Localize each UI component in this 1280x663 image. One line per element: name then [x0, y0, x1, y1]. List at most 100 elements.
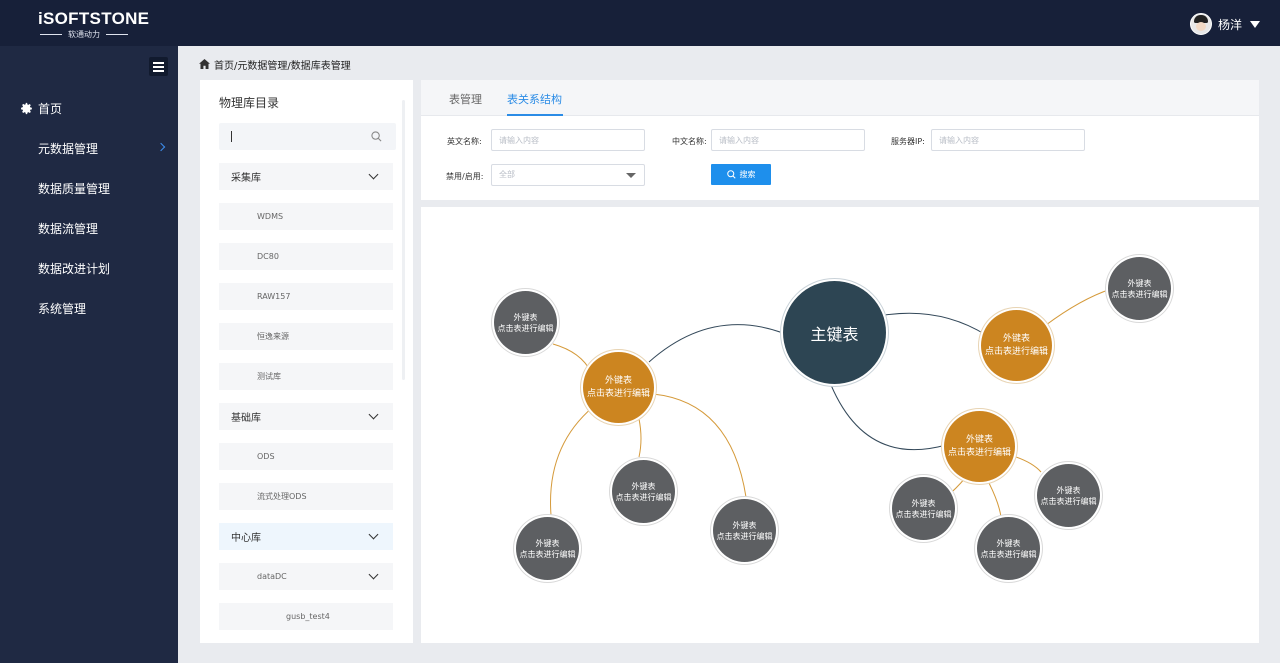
- catalog-item-hengyi[interactable]: 恒逸来源: [219, 323, 393, 350]
- catalog-item-wdms[interactable]: WDMS: [219, 203, 393, 230]
- edge-fk3-g3: [1015, 456, 1042, 473]
- item-label: 恒逸来源: [257, 332, 289, 341]
- edge-fk3-g2: [988, 482, 1002, 518]
- node-label: 点击表进行编辑: [980, 549, 1037, 559]
- logo-wordmark: iSOFTSTONE: [38, 9, 150, 28]
- chevron-down-icon: [368, 569, 379, 580]
- catalog-item-test[interactable]: 测试库: [219, 363, 393, 390]
- foreign-table-node[interactable]: 外键表 点击表进行编辑: [612, 460, 675, 523]
- catalog-item-stream-ods[interactable]: 流式处理ODS: [219, 483, 393, 510]
- foreign-table-node[interactable]: 外键表 点击表进行编辑: [583, 352, 654, 423]
- group-label: 采集库: [231, 173, 261, 184]
- catalog-item-dc80[interactable]: DC80: [219, 243, 393, 270]
- top-bar: iSOFTSTONE 软通动力 杨洋: [0, 0, 1280, 46]
- search-icon: [726, 170, 736, 179]
- sidebar-item-label: 元数据管理: [38, 141, 99, 156]
- node-label: 外键表: [996, 538, 1021, 548]
- catalog-group-collection[interactable]: 采集库: [219, 163, 393, 190]
- tab-table-relations[interactable]: 表关系结构: [507, 91, 562, 107]
- foreign-table-node[interactable]: 外键表 点击表进行编辑: [981, 310, 1052, 381]
- group-label: 基础库: [231, 413, 261, 424]
- text-cursor: [231, 131, 232, 142]
- item-label: dataDC: [257, 572, 287, 581]
- filter-panel: 表管理 表关系结构 英文名称: 中文名称: 服务器IP: 禁用/启用: 全部 搜…: [421, 80, 1259, 200]
- status-select[interactable]: 全部: [491, 164, 645, 186]
- sidebar-item-metadata[interactable]: 元数据管理: [0, 137, 178, 159]
- search-button[interactable]: 搜索: [711, 164, 771, 185]
- catalog-group-center[interactable]: 中心库: [219, 523, 393, 550]
- node-label: 外键表: [965, 434, 993, 445]
- caret-down-icon: [626, 173, 636, 178]
- node-label: 外键表: [1002, 333, 1030, 344]
- catalog-item-gusb-test4[interactable]: gusb_test4: [219, 603, 393, 630]
- edge-fk1-g1: [552, 343, 592, 373]
- catalog-item-datadc[interactable]: dataDC: [219, 563, 393, 590]
- foreign-table-node[interactable]: 外键表 点击表进行编辑: [1108, 257, 1171, 320]
- sidebar-item-label: 系统管理: [38, 301, 87, 316]
- isoftstone-logo: iSOFTSTONE 软通动力: [38, 9, 149, 39]
- status-select-value: 全部: [499, 170, 515, 179]
- primary-table-node[interactable]: 主键表: [783, 281, 886, 384]
- gear-icon: [21, 102, 32, 115]
- item-label: 测试库: [257, 372, 281, 381]
- sidebar-item-label: 数据改进计划: [38, 261, 111, 276]
- foreign-table-node[interactable]: 外键表 点击表进行编辑: [977, 517, 1040, 580]
- foreign-table-node[interactable]: 外键表 点击表进行编辑: [944, 411, 1015, 482]
- caret-down-icon[interactable]: [1250, 20, 1260, 28]
- item-label: WDMS: [257, 212, 284, 221]
- relation-graph-panel: 主键表 外键表 点击表进行编辑 外键表 点击表进行编辑 外键表 点击表进行编辑 …: [421, 207, 1259, 643]
- item-label: 流式处理ODS: [257, 492, 307, 501]
- cn-name-input[interactable]: [711, 129, 865, 151]
- server-ip-input[interactable]: [931, 129, 1085, 151]
- foreign-table-node[interactable]: 外键表 点击表进行编辑: [1037, 464, 1100, 527]
- node-label: 点击表进行编辑: [519, 549, 576, 559]
- item-label: ODS: [257, 452, 275, 461]
- active-tab-indicator: [507, 114, 563, 116]
- group-label: 中心库: [231, 533, 261, 544]
- node-label: 点击表进行编辑: [615, 492, 672, 502]
- catalog-group-base[interactable]: 基础库: [219, 403, 393, 430]
- sidebar-item-home[interactable]: 首页: [0, 97, 178, 119]
- sidebar-item-data-quality[interactable]: 数据质量管理: [0, 177, 178, 199]
- search-icon[interactable]: [371, 131, 382, 142]
- sidebar-item-improvement-plan[interactable]: 数据改进计划: [0, 257, 178, 279]
- home-icon[interactable]: [199, 59, 210, 69]
- cn-name-label: 中文名称:: [672, 137, 707, 146]
- breadcrumb-text[interactable]: 首页/元数据管理/数据库表管理: [214, 57, 351, 72]
- status-label: 禁用/启用:: [446, 172, 484, 181]
- foreign-table-node[interactable]: 外键表 点击表进行编辑: [713, 499, 776, 562]
- edge-main-bottom: [830, 384, 947, 451]
- node-label: 外键表: [513, 312, 538, 322]
- user-menu[interactable]: 杨洋: [1189, 13, 1260, 35]
- edge-fk2-g: [1045, 288, 1112, 326]
- catalog-title: 物理库目录: [219, 96, 280, 110]
- search-button-label: 搜索: [739, 170, 756, 179]
- foreign-table-node[interactable]: 外键表 点击表进行编辑: [494, 291, 557, 354]
- edge-fk1-g3: [638, 418, 642, 458]
- chevron-down-icon: [368, 529, 379, 540]
- sidebar-item-label: 首页: [38, 101, 63, 116]
- foreign-table-node[interactable]: 外键表 点击表进行编辑: [516, 517, 579, 580]
- edge-main-right: [884, 312, 987, 336]
- avatar[interactable]: [1189, 13, 1212, 35]
- hamburger-menu-icon[interactable]: [149, 57, 168, 76]
- tab-table-management[interactable]: 表管理: [449, 91, 482, 107]
- sidebar-item-data-flow[interactable]: 数据流管理: [0, 217, 178, 239]
- node-label: 外键表: [535, 538, 560, 548]
- node-label: 点击表进行编辑: [984, 346, 1048, 357]
- catalog-item-raw157[interactable]: RAW157: [219, 283, 393, 310]
- user-name[interactable]: 杨洋: [1218, 16, 1242, 33]
- sidebar-item-label: 数据质量管理: [38, 181, 111, 196]
- catalog-item-ods[interactable]: ODS: [219, 443, 393, 470]
- node-label: 点击表进行编辑: [1040, 496, 1097, 506]
- en-name-label: 英文名称:: [447, 137, 482, 146]
- sidebar-item-system[interactable]: 系统管理: [0, 297, 178, 319]
- en-name-input[interactable]: [491, 129, 645, 151]
- catalog-search-input[interactable]: [219, 123, 396, 150]
- scrollbar[interactable]: [402, 100, 405, 380]
- node-label: 点击表进行编辑: [716, 531, 773, 541]
- item-label: DC80: [257, 252, 279, 261]
- chevron-down-icon: [368, 409, 379, 420]
- node-label: 点击表进行编辑: [497, 323, 554, 333]
- foreign-table-node[interactable]: 外键表 点击表进行编辑: [892, 477, 955, 540]
